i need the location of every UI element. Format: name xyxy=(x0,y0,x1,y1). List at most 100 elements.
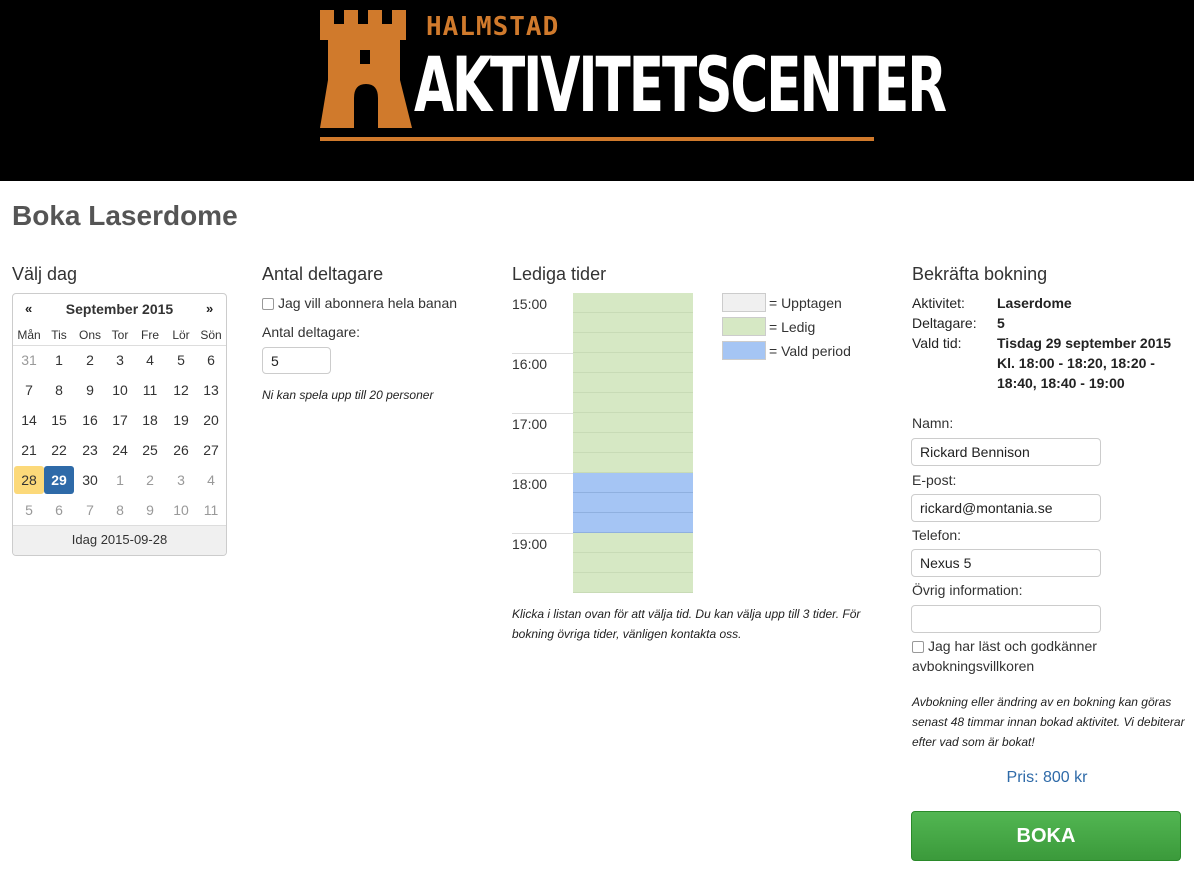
calendar-day[interactable]: 1 xyxy=(44,346,74,374)
time-slot-free[interactable] xyxy=(573,393,693,413)
terms-link[interactable]: avbokningsvillkoren xyxy=(912,658,1034,674)
calendar-day[interactable]: 8 xyxy=(105,496,135,524)
calendar-day[interactable]: 2 xyxy=(75,346,105,374)
terms-checkbox[interactable] xyxy=(912,641,924,653)
calendar-day[interactable]: 3 xyxy=(166,466,196,494)
calendar-day[interactable]: 19 xyxy=(166,406,196,434)
legend-swatch-vald xyxy=(722,341,766,360)
calendar-day[interactable]: 6 xyxy=(196,346,226,374)
calendar-day[interactable]: 13 xyxy=(196,376,226,404)
calendar-day[interactable]: 25 xyxy=(135,436,165,464)
time-slot-free[interactable] xyxy=(573,453,693,473)
legend-label-ledig: = Ledig xyxy=(769,319,816,335)
hour-divider xyxy=(512,533,573,534)
calendar-day[interactable]: 23 xyxy=(75,436,105,464)
weekday-label: Tis xyxy=(51,328,67,342)
cancellation-note: Avbokning eller ändring av en bokning ka… xyxy=(912,695,1185,749)
calendar-day[interactable]: 24 xyxy=(105,436,135,464)
calendar-day[interactable]: 5 xyxy=(14,496,44,524)
hour-divider xyxy=(512,353,573,354)
other-info-input[interactable] xyxy=(911,605,1101,633)
subscribe-label: Jag vill abonnera hela banan xyxy=(278,295,458,311)
time-slot-free[interactable] xyxy=(573,413,693,433)
time-slot-selected[interactable] xyxy=(573,473,693,493)
calendar-day[interactable]: 17 xyxy=(105,406,135,434)
calendar-day[interactable]: 31 xyxy=(14,346,44,374)
calendar-day[interactable]: 16 xyxy=(75,406,105,434)
activity-key: Aktivitet: xyxy=(912,295,965,311)
calendar-day[interactable]: 1 xyxy=(105,466,135,494)
calendar-day[interactable]: 12 xyxy=(166,376,196,404)
legend-swatch-ledig xyxy=(722,317,766,336)
calendar-day[interactable]: 9 xyxy=(135,496,165,524)
calendar-day[interactable]: 29 xyxy=(44,466,74,494)
calendar-day[interactable]: 7 xyxy=(75,496,105,524)
legend-swatch-upptagen xyxy=(722,293,766,312)
calendar-day[interactable]: 10 xyxy=(166,496,196,524)
time-slot-selected[interactable] xyxy=(573,513,693,533)
time-slot-selected[interactable] xyxy=(573,493,693,513)
calendar-day[interactable]: 2 xyxy=(135,466,165,494)
time-key: Vald tid: xyxy=(912,335,962,351)
participants-heading: Antal deltagare xyxy=(262,264,384,284)
calendar-day[interactable]: 15 xyxy=(44,406,74,434)
weekday-label: Mån xyxy=(17,328,41,342)
subscribe-checkbox[interactable] xyxy=(262,298,274,310)
legend-label-vald: = Vald period xyxy=(769,343,851,359)
calendar-heading: Välj dag xyxy=(12,264,78,284)
time-slot-free[interactable] xyxy=(573,433,693,453)
calendar-day[interactable]: 22 xyxy=(44,436,74,464)
legend-label-upptagen: = Upptagen xyxy=(769,295,842,311)
calendar-day[interactable]: 28 xyxy=(14,466,44,494)
today-button[interactable]: Idag 2015-09-28 xyxy=(13,526,226,555)
calendar-day[interactable]: 4 xyxy=(196,466,226,494)
participants-key: Deltagare: xyxy=(912,315,977,331)
calendar-day[interactable]: 9 xyxy=(75,376,105,404)
time-slot-free[interactable] xyxy=(573,293,693,313)
calendar-day[interactable]: 4 xyxy=(135,346,165,374)
weekday-label: Ons xyxy=(78,328,101,342)
calendar-day[interactable]: 5 xyxy=(166,346,196,374)
site-banner: HALMSTAD AKTIVITETSCENTER xyxy=(0,0,1194,181)
name-input[interactable] xyxy=(911,438,1101,466)
participant-count-input[interactable] xyxy=(262,347,331,374)
activity-value: Laserdome xyxy=(997,295,1072,311)
time-value-date: Tisdag 29 september 2015 xyxy=(997,335,1172,351)
calendar-day[interactable]: 10 xyxy=(105,376,135,404)
calendar-day[interactable]: 3 xyxy=(105,346,135,374)
hour-divider xyxy=(512,413,573,414)
logo-underline xyxy=(320,137,874,141)
phone-input[interactable] xyxy=(911,549,1101,577)
time-slot-free[interactable] xyxy=(573,353,693,373)
time-slot-free[interactable] xyxy=(573,313,693,333)
weekday-label: Fre xyxy=(141,328,159,342)
calendar-day[interactable]: 20 xyxy=(196,406,226,434)
time-slot-free[interactable] xyxy=(573,573,693,593)
book-button[interactable]: BOKA xyxy=(911,811,1181,861)
site-logo[interactable]: HALMSTAD AKTIVITETSCENTER xyxy=(320,10,947,142)
participants-note: Ni kan spela upp till 20 personer xyxy=(262,388,434,402)
calendar-day[interactable]: 7 xyxy=(14,376,44,404)
calendar-day[interactable]: 18 xyxy=(135,406,165,434)
times-heading: Lediga tider xyxy=(512,264,607,284)
hour-label: 16:00 xyxy=(512,356,548,372)
calendar-day[interactable]: 14 xyxy=(14,406,44,434)
time-slot-free[interactable] xyxy=(573,533,693,553)
calendar-day[interactable]: 27 xyxy=(196,436,226,464)
calendar-day[interactable]: 6 xyxy=(44,496,74,524)
email-input[interactable] xyxy=(911,494,1101,522)
time-slot-free[interactable] xyxy=(573,373,693,393)
calendar-day[interactable]: 11 xyxy=(196,496,226,524)
next-month-button[interactable]: » xyxy=(206,301,213,316)
terms-label: Jag har läst och godkänner xyxy=(928,638,1097,654)
time-value-range: Kl. 18:00 - 18:20, 18:20 - xyxy=(997,355,1155,371)
calendar-day[interactable]: 11 xyxy=(135,376,165,404)
time-slot-free[interactable] xyxy=(573,553,693,573)
time-slot-free[interactable] xyxy=(573,333,693,353)
calendar-month-label: September 2015 xyxy=(65,301,174,317)
calendar-day[interactable]: 8 xyxy=(44,376,74,404)
calendar-day[interactable]: 30 xyxy=(75,466,105,494)
calendar-day[interactable]: 26 xyxy=(166,436,196,464)
prev-month-button[interactable]: « xyxy=(25,301,32,316)
calendar-day[interactable]: 21 xyxy=(14,436,44,464)
